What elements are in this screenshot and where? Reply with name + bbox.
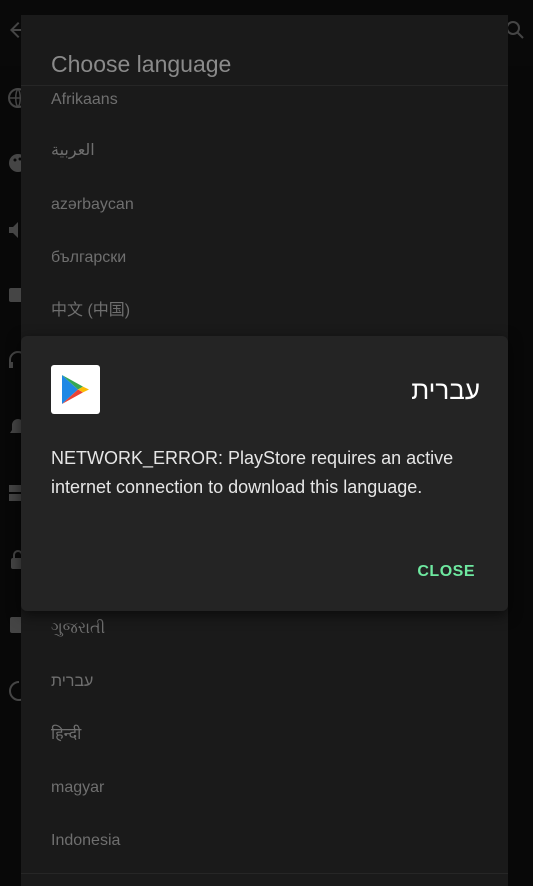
title-divider: [21, 85, 508, 86]
language-item[interactable]: हिन्दी: [51, 724, 81, 746]
network-error-dialog: עברית NETWORK_ERROR: PlayStore requires …: [21, 336, 508, 611]
bottom-divider: [21, 873, 508, 874]
play-store-icon: [51, 365, 100, 414]
language-item[interactable]: azərbaycan: [51, 194, 134, 216]
language-item[interactable]: magyar: [51, 777, 104, 799]
language-item[interactable]: български: [51, 247, 126, 269]
language-item[interactable]: Indonesia: [51, 830, 120, 852]
screen: Choose language Afrikaans العربية azərba…: [0, 0, 533, 886]
language-item[interactable]: Afrikaans: [51, 89, 118, 111]
language-dialog-title: Choose language: [51, 51, 232, 77]
language-item[interactable]: 中文 (中国): [51, 300, 130, 322]
alert-title: עברית: [411, 375, 480, 405]
language-item[interactable]: العربية: [51, 140, 95, 162]
alert-message: NETWORK_ERROR: PlayStore requires an act…: [51, 448, 454, 497]
close-button[interactable]: CLOSE: [417, 563, 475, 581]
language-item[interactable]: עברית: [51, 671, 93, 693]
language-item[interactable]: ગુજરાતી: [51, 618, 105, 640]
